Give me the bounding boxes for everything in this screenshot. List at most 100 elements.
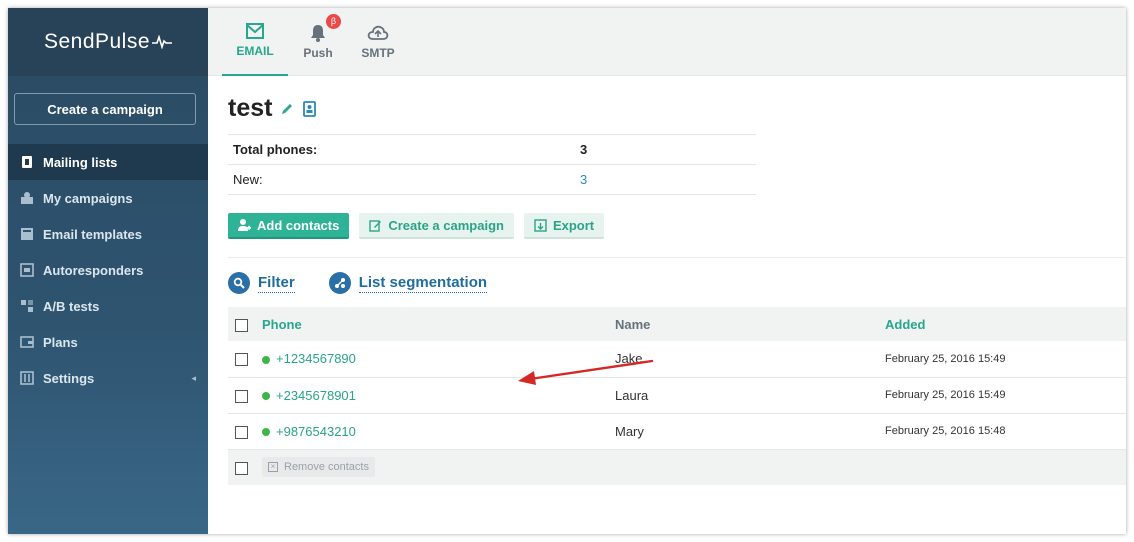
- row-checkbox[interactable]: [235, 353, 248, 367]
- logo[interactable]: SendPulse: [8, 8, 208, 76]
- tab-email[interactable]: EMAIL: [222, 8, 288, 76]
- stat-new: New: 3: [228, 165, 756, 195]
- stat-label: New:: [233, 172, 263, 187]
- footer-actions-cell: × Remove contacts: [262, 449, 1126, 485]
- row-checkbox[interactable]: [235, 389, 248, 403]
- top-tabs: EMAIL β Push SMTP: [208, 8, 1126, 76]
- phone-link[interactable]: +2345678901: [276, 388, 356, 403]
- stat-total-phones: Total phones: 3: [228, 135, 756, 165]
- address-book-icon[interactable]: [303, 100, 317, 117]
- cloud-icon: [367, 22, 389, 44]
- select-all-checkbox[interactable]: [235, 318, 248, 332]
- create-campaign-action-button[interactable]: Create a campaign: [359, 213, 514, 239]
- stat-label: Total phones:: [233, 142, 318, 157]
- sidebar-item-mailing-lists[interactable]: Mailing lists: [8, 144, 208, 180]
- filter-label: Filter: [258, 273, 295, 293]
- title-row: test: [228, 94, 317, 123]
- ab-test-icon: [20, 299, 34, 313]
- close-icon: ×: [268, 462, 278, 473]
- sidebar-item-autoresponders[interactable]: Autoresponders: [8, 252, 208, 288]
- contacts-table: Phone Name Added +1234567890 Jake Februa…: [228, 307, 1126, 485]
- sidebar: SendPulse Create a campaign Mailing list…: [8, 8, 208, 534]
- table-row: +2345678901 Laura February 25, 2016 15:4…: [228, 377, 1126, 413]
- tab-label: Push: [303, 46, 333, 60]
- campaigns-icon: [20, 191, 34, 205]
- button-label: Create a campaign: [388, 217, 504, 233]
- sidebar-item-settings[interactable]: Settings ◂: [8, 360, 208, 396]
- sidebar-item-email-templates[interactable]: Email templates: [8, 216, 208, 252]
- tab-label: EMAIL: [236, 44, 274, 58]
- table-header-row: Phone Name Added: [228, 307, 1126, 341]
- list-actions: Add contacts Create a campaign Export: [228, 213, 605, 239]
- main-content: test Total phones: 3 New: 3 Add contacts: [208, 76, 1126, 534]
- sidebar-item-label: Email templates: [43, 226, 142, 242]
- added-cell: February 25, 2016 15:49: [885, 352, 1006, 365]
- book-icon: [20, 155, 34, 169]
- caret-left-icon: ◂: [191, 372, 196, 383]
- button-label: Remove contacts: [284, 461, 369, 474]
- button-label: Add contacts: [257, 217, 340, 233]
- tab-label: SMTP: [361, 46, 395, 60]
- sidebar-item-ab-tests[interactable]: A/B tests: [8, 288, 208, 324]
- create-campaign-button[interactable]: Create a campaign: [14, 93, 196, 125]
- beta-badge: β: [326, 14, 341, 29]
- phone-link[interactable]: +1234567890: [276, 351, 356, 366]
- add-user-icon: [238, 219, 251, 231]
- logo-wave-icon: [152, 35, 173, 49]
- footer-checkbox[interactable]: [235, 461, 248, 475]
- app-window: SendPulse Create a campaign Mailing list…: [8, 8, 1126, 534]
- edit-pencil-icon[interactable]: [280, 102, 294, 116]
- sidebar-item-label: Plans: [43, 334, 78, 350]
- tab-smtp[interactable]: SMTP: [356, 8, 400, 76]
- segmentation-icon: [328, 272, 351, 294]
- name-cell: Mary: [615, 423, 644, 439]
- column-header-added[interactable]: Added: [885, 307, 1126, 341]
- sidebar-item-my-campaigns[interactable]: My campaigns: [8, 180, 208, 216]
- remove-contacts-button[interactable]: × Remove contacts: [262, 457, 375, 478]
- add-contacts-button[interactable]: Add contacts: [228, 213, 350, 239]
- envelope-icon: [246, 20, 264, 42]
- autoresponder-icon: [20, 263, 34, 277]
- table-row: +1234567890 Jake February 25, 2016 15:49: [228, 341, 1126, 377]
- template-icon: [20, 227, 34, 241]
- sidebar-item-label: Settings: [43, 370, 95, 386]
- table-row: +9876543210 Mary February 25, 2016 15:48: [228, 413, 1126, 449]
- annotation-arrow-icon: [518, 359, 654, 385]
- sidebar-nav: Mailing lists My campaigns Email templat…: [8, 144, 208, 396]
- sidebar-item-label: My campaigns: [43, 190, 133, 206]
- added-cell: February 25, 2016 15:48: [885, 425, 1006, 437]
- sidebar-item-label: A/B tests: [43, 298, 100, 314]
- search-icon: [228, 272, 250, 294]
- sidebar-item-label: Autoresponders: [43, 262, 144, 278]
- filter-link[interactable]: Filter: [228, 272, 295, 294]
- status-active-dot: [262, 355, 270, 364]
- column-header-name: Name: [615, 316, 651, 332]
- page-title: test: [228, 94, 273, 122]
- edit-icon: [369, 219, 382, 232]
- row-checkbox[interactable]: [235, 425, 248, 439]
- sidebar-item-label: Mailing lists: [43, 154, 118, 170]
- export-icon: [534, 218, 547, 232]
- filter-bar: Filter List segmentation: [228, 272, 488, 294]
- status-active-dot: [262, 392, 270, 401]
- divider: [228, 257, 1126, 258]
- sidebar-item-plans[interactable]: Plans: [8, 324, 208, 360]
- row-select-cell: [228, 377, 262, 413]
- added-cell: February 25, 2016 15:49: [885, 389, 1006, 401]
- phone-link[interactable]: +9876543210: [276, 424, 356, 439]
- stat-value: 3: [580, 142, 588, 157]
- row-select-cell: [228, 413, 262, 449]
- footer-select-cell: [228, 449, 262, 485]
- stat-value-link[interactable]: 3: [580, 172, 587, 187]
- column-header-phone[interactable]: Phone: [262, 307, 615, 341]
- status-active-dot: [262, 428, 270, 437]
- phone-cell: +9876543210: [262, 413, 615, 449]
- button-label: Export: [552, 217, 595, 233]
- tab-push[interactable]: β Push: [296, 8, 341, 76]
- bell-icon: [310, 22, 326, 44]
- export-button[interactable]: Export: [523, 213, 605, 239]
- list-segmentation-link[interactable]: List segmentation: [328, 272, 488, 294]
- select-all-cell: [228, 307, 262, 341]
- wallet-icon: [20, 335, 34, 349]
- segmentation-label: List segmentation: [358, 273, 488, 293]
